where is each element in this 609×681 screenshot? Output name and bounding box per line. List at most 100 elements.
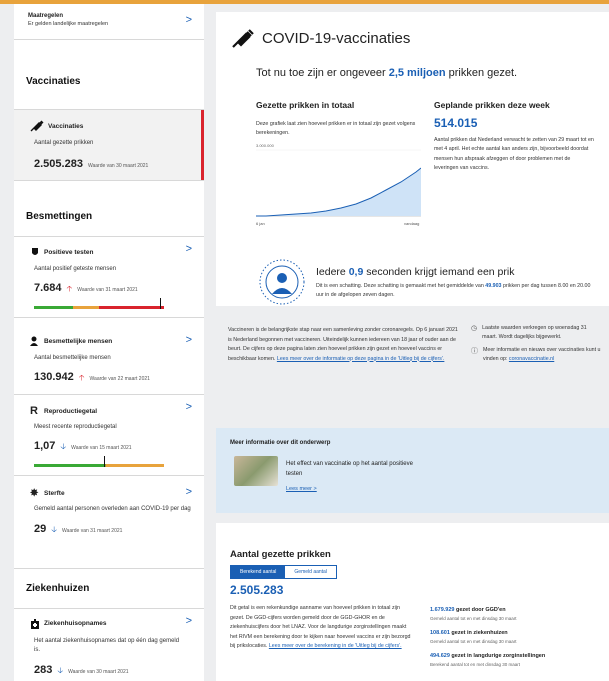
meta-updated: ◷ Laatste waarden verkregen op woensdag … — [471, 324, 601, 342]
planned-value: 514.015 — [434, 116, 478, 130]
sidebar-item-reproductiegetal[interactable]: R Reproductiegetal > Meest recente repro… — [14, 395, 204, 475]
meta-info: ⓘ Meer informatie en nieuws over vaccina… — [471, 346, 601, 364]
sidebar-item-sub: Aantal positief geteste mensen — [34, 266, 117, 272]
section-heading-besmettingen: Besmettingen — [26, 211, 93, 222]
vaccination-hero-card: COVID-19-vaccinaties Tot nu toe zijn er … — [216, 12, 609, 306]
stat-sub: Berekend aantal tot en met dinsdag 30 ma… — [430, 662, 521, 667]
sidebar-item-sub: Meest recente reproductiegetal — [34, 424, 117, 430]
r-letter-icon: R — [30, 405, 38, 417]
arrow-down-icon: 🡣 — [60, 442, 67, 451]
sidebar-item-date: Waarde van 30 maart 2021 — [87, 163, 149, 169]
divider — [14, 39, 204, 40]
sidebar-item-maatregelen[interactable]: Maatregelen Er gelden landelijke maatreg… — [14, 4, 204, 39]
sidebar-item-value: 283 — [34, 663, 53, 676]
stat-value: 1.679.929 — [430, 607, 455, 613]
sidebar-item-date: Waarde van 31 maart 2021 — [77, 287, 138, 293]
stat-item: 494.629 gezet in langdurige zorginstelli… — [430, 653, 600, 667]
divider — [14, 180, 204, 181]
sidebar-item-value: 1,07 — [34, 440, 56, 452]
coronavaccinatie-link[interactable]: coronavaccinatie.nl — [509, 356, 554, 362]
planned-heading: Geplande prikken deze week — [434, 100, 550, 110]
sidebar-item-label: Ziekenhuisopnames — [44, 620, 107, 628]
chart-ymax-label: 3.000.000 — [256, 143, 275, 148]
tab-gemeld[interactable]: Gemeld aantal — [285, 566, 336, 578]
aantal-link[interactable]: Lees meer over de berekening in de 'Uitl… — [269, 643, 402, 649]
intro-meta: ◷ Laatste waarden verkregen op woensdag … — [471, 324, 601, 364]
every-seconds-heading: Iedere 0,9 seconden krijgt iemand een pr… — [316, 266, 514, 278]
sidebar-item-sub: Gemeld aantal personen overleden aan COV… — [34, 506, 191, 512]
stat-sub: Gemeld aantal tot en met dinsdag 30 maar… — [430, 616, 517, 621]
stat-sub: Gemeld aantal tot en met dinsdag 30 maar… — [430, 639, 517, 644]
info-icon: ⓘ — [471, 348, 478, 355]
sidebar-item-date: Waarde van 15 maart 2021 — [71, 445, 132, 451]
stat-label: gezet door GGD'en — [454, 607, 506, 613]
sidebar-item-value: 7.684 — [34, 282, 62, 294]
aantal-text: Dit getal is een rekenkundige aanname va… — [230, 604, 412, 652]
aantal-heading: Aantal gezette prikken — [230, 549, 331, 560]
stat-label: gezet in ziekenhuizen — [449, 630, 508, 636]
sidebar-item-sub: Er gelden landelijke maatregelen — [28, 21, 109, 27]
sidebar-item-label: Sterfte — [44, 490, 65, 497]
chevron-right-icon: > — [185, 334, 192, 346]
sidebar-item-label: Maatregelen — [28, 13, 64, 19]
sidebar-item-date: Waarde van 31 maart 2021 — [62, 527, 123, 534]
aantal-stats: 1.679.929 gezet door GGD'en Gemeld aanta… — [430, 607, 600, 667]
planned-block: Geplande prikken deze week 514.015 Aanta… — [434, 100, 594, 173]
read-more-link[interactable]: Lees meer > — [286, 486, 317, 492]
chevron-right-icon: > — [185, 243, 192, 255]
tab-berekend[interactable]: Berekend aantal — [231, 566, 286, 578]
arrow-down-icon: 🡣 — [51, 524, 57, 534]
planned-desc: Aantal prikken dat Nederland verwacht te… — [434, 137, 594, 171]
sidebar-item-date: Waarde van 30 maart 2021 — [68, 668, 129, 675]
sidebar-item-label: Vaccinaties — [48, 122, 84, 130]
divider — [14, 567, 204, 569]
article-thumbnail[interactable] — [234, 456, 278, 486]
sidebar-item-sub: Aantal besmettelijke mensen — [34, 355, 111, 361]
hospital-icon — [31, 618, 39, 629]
sidebar-item-sub: Het aantal ziekenhuisopnames dat op één … — [34, 637, 180, 654]
aantal-card: Aantal gezette prikken Berekend aantal G… — [216, 523, 609, 681]
more-info-card: Meer informatie over dit onderwerp Het e… — [216, 428, 609, 513]
every-post: seconden krijgt iemand een prik — [363, 266, 515, 278]
total-area-chart: 3.000.000 6 jan vandaag — [256, 143, 422, 226]
sidebar-item-vaccinaties[interactable]: Vaccinaties Aantal gezette prikken 2.505… — [14, 110, 204, 180]
arrow-down-icon: 🡣 — [57, 665, 64, 675]
sidebar-item-value: 29 — [34, 522, 47, 535]
every-desc-highlight: 49.903 — [485, 283, 502, 289]
sidebar-item-value: 130.942 — [34, 371, 74, 383]
sidebar-item-sub: Aantal gezette prikken — [34, 140, 94, 146]
intro-text: Vaccineren is de belangrijkste stap naar… — [228, 326, 463, 364]
section-heading-vaccinaties: Vaccinaties — [26, 76, 81, 87]
article-title[interactable]: Het effect van vaccinatie op het aantal … — [286, 460, 416, 479]
aantal-tabs: Berekend aantal Gemeld aantal — [230, 565, 337, 579]
sidebar-item-label: Besmettelijke mensen — [44, 337, 113, 345]
more-info-heading: Meer informatie over dit onderwerp — [230, 440, 331, 446]
clock-icon: ◷ — [471, 325, 478, 332]
syringe-icon — [232, 29, 254, 48]
stat-value: 494.629 — [430, 653, 450, 659]
person-icon — [30, 336, 38, 346]
every-pre: Iedere — [316, 266, 349, 278]
test-tube-icon — [32, 248, 38, 255]
lead-text: Tot nu toe zijn er ongeveer 2,5 miljoen … — [256, 67, 517, 79]
stat-label: gezet in langdurige zorginstellingen — [449, 653, 546, 659]
intro-section: Vaccineren is de belangrijkste stap naar… — [216, 306, 609, 428]
sidebar-item-positieve-testen[interactable]: Positieve testen > Aantal positief getes… — [14, 237, 204, 317]
virus-icon: ✸ — [30, 488, 39, 499]
x-tick-end: vandaag — [404, 221, 419, 226]
sidebar-item-ziekenhuisopnames[interactable]: Ziekenhuisopnames > Het aantal ziekenhui… — [14, 609, 204, 681]
stat-item: 1.679.929 gezet door GGD'en Gemeld aanta… — [430, 607, 600, 621]
sidebar-item-label: Reproductiegetal — [44, 407, 98, 415]
every-highlight: 0,9 — [348, 266, 364, 278]
every-desc-pre: Dit is een schatting. Deze schatting is … — [316, 283, 486, 289]
every-seconds-desc: Dit is een schatting. Deze schatting is … — [316, 282, 596, 301]
arrow-up-icon: 🡡 — [66, 284, 73, 293]
sidebar-item-besmettelijke-mensen[interactable]: Besmettelijke mensen > Aantal besmetteli… — [14, 318, 204, 394]
sidebar-item-sterfte[interactable]: ✸ Sterfte > Gemeld aantal personen overl… — [14, 476, 204, 546]
stopwatch-person-icon — [256, 254, 308, 306]
syringe-icon — [30, 120, 44, 132]
sidebar-item-date: Waarde van 22 maart 2021 — [89, 376, 150, 382]
page-title: COVID-19-vaccinaties — [262, 29, 411, 47]
intro-link[interactable]: Lees meer over de informatie op deze pag… — [277, 356, 445, 362]
total-chart-block: Gezette prikken in totaal Deze grafiek l… — [256, 100, 422, 233]
